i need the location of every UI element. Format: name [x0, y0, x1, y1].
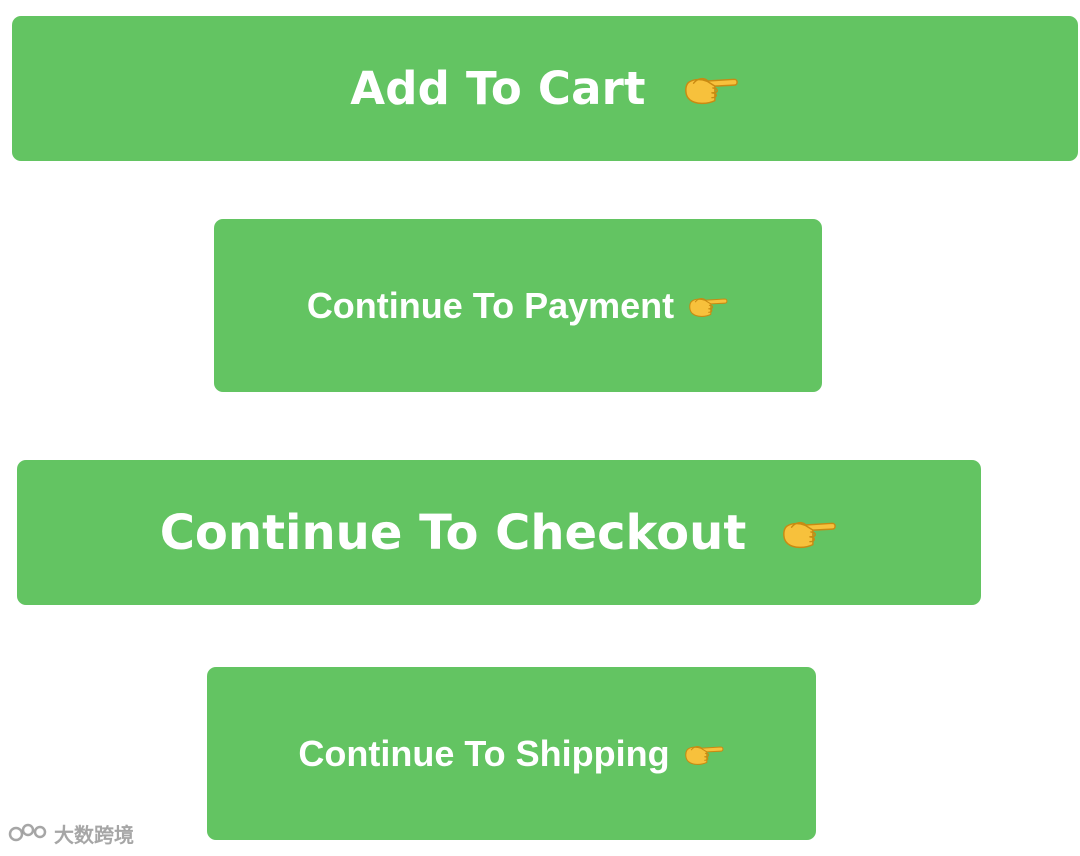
add-to-cart-button[interactable]: Add To Cart: [12, 16, 1078, 161]
continue-to-shipping-label: Continue To Shipping: [298, 732, 670, 774]
continue-to-payment-button[interactable]: Continue To Payment: [214, 219, 822, 392]
add-to-cart-label: Add To Cart: [350, 62, 646, 115]
backhand-index-pointing-right-icon: [682, 69, 740, 109]
continue-to-payment-label: Continue To Payment: [306, 284, 675, 326]
continue-to-checkout-button[interactable]: Continue To Checkout: [17, 460, 981, 605]
watermark-logo-icon: [8, 820, 48, 848]
canvas: Add To Cart Continue To Payment Continue…: [0, 0, 1080, 856]
backhand-index-pointing-right-icon: [780, 512, 838, 554]
watermark-text: 大数跨境: [54, 823, 134, 847]
watermark: 大数跨境: [8, 819, 134, 848]
continue-to-shipping-button[interactable]: Continue To Shipping: [207, 667, 816, 840]
backhand-index-pointing-right-icon: [683, 739, 725, 769]
continue-to-checkout-label: Continue To Checkout: [159, 504, 747, 561]
backhand-index-pointing-right-icon: [687, 291, 729, 321]
